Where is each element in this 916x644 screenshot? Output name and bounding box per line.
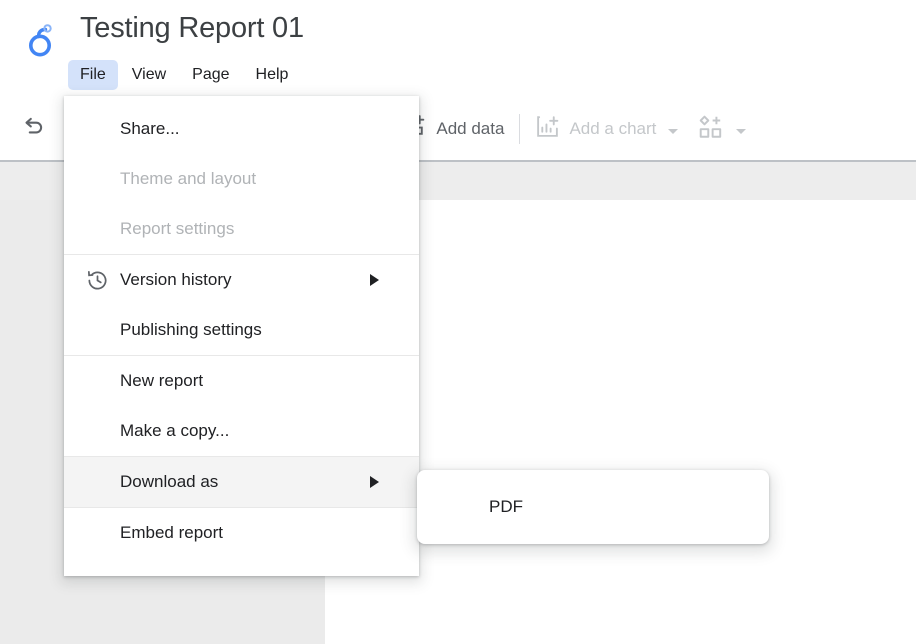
menu-item-label: Theme and layout [120, 169, 257, 188]
add-control-button[interactable] [692, 110, 752, 149]
menu-item-theme-and-layout: Theme and layout [64, 154, 419, 204]
menu-item-report-settings: Report settings [64, 204, 419, 254]
menu-item-publishing-settings[interactable]: Publishing settings [64, 305, 419, 355]
looker-studio-logo-icon [20, 16, 64, 60]
add-control-icon [698, 114, 724, 145]
menu-item-label: Share... [120, 119, 180, 138]
menu-bottom-padding [64, 558, 419, 576]
menu-item-label: Publishing settings [120, 320, 262, 339]
chevron-down-icon[interactable] [668, 128, 679, 134]
menu-tab-page[interactable]: Page [180, 60, 241, 90]
download-as-submenu: PDF [417, 470, 769, 544]
looker-studio-report-editor: Testing Report 01 File View Page Help ag… [0, 0, 916, 644]
add-chart-button[interactable]: Add a chart [529, 110, 684, 148]
undo-button[interactable] [14, 110, 52, 149]
add-data-label: Add data [436, 119, 505, 138]
chevron-down-icon-2[interactable] [736, 128, 747, 134]
menu-item-share[interactable]: Share... [64, 104, 419, 154]
menu-item-download-as[interactable]: Download as [64, 457, 419, 507]
menu-tab-help[interactable]: Help [244, 60, 301, 90]
menu-tab-view[interactable]: View [120, 60, 178, 90]
menu-item-make-a-copy[interactable]: Make a copy... [64, 406, 419, 456]
menu-tab-file[interactable]: File [68, 60, 118, 90]
menu-item-label: Embed report [120, 523, 223, 542]
submenu-item-pdf[interactable]: PDF [417, 482, 769, 532]
submenu-item-label: PDF [489, 497, 523, 516]
menubar: File View Page Help [68, 60, 300, 90]
menu-item-label: Make a copy... [120, 421, 230, 440]
menu-item-embed-report[interactable]: Embed report [64, 508, 419, 558]
menu-item-version-history[interactable]: Version history [64, 255, 419, 305]
menu-item-label: Download as [120, 472, 219, 491]
submenu-arrow-icon [370, 476, 379, 488]
menu-item-label: Version history [120, 270, 232, 289]
menu-item-label: Report settings [120, 219, 235, 238]
file-menu-dropdown: Share... Theme and layout Report setting… [64, 96, 419, 576]
page-title[interactable]: Testing Report 01 [80, 12, 304, 45]
toolbar-divider-2 [519, 114, 521, 144]
menu-item-label: New report [120, 371, 204, 390]
menu-item-new-report[interactable]: New report [64, 356, 419, 406]
history-icon [86, 269, 120, 292]
submenu-arrow-icon [370, 274, 379, 286]
undo-icon [20, 114, 46, 145]
add-chart-icon [535, 114, 560, 144]
add-chart-label: Add a chart [569, 119, 657, 138]
